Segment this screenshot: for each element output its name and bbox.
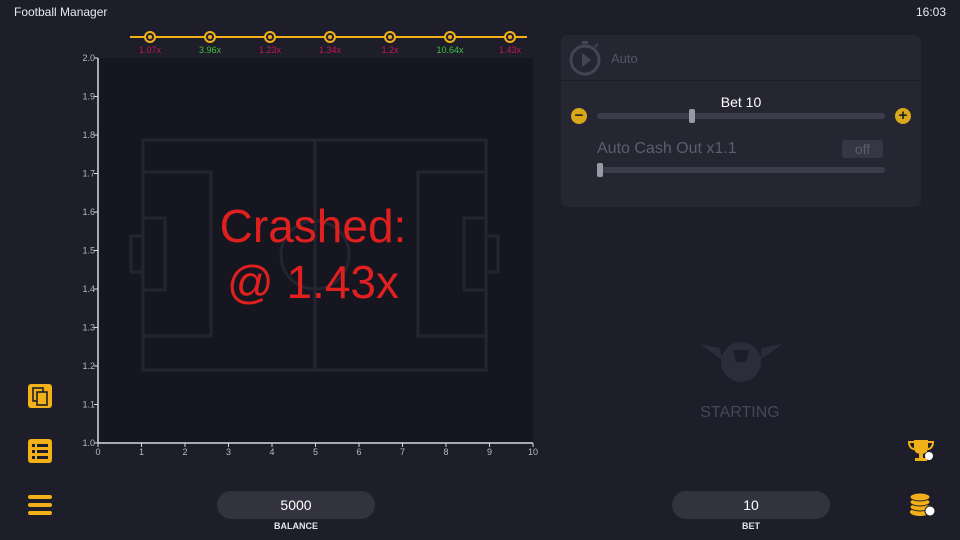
bet-label: BET (742, 521, 760, 531)
list-icon[interactable] (28, 439, 52, 463)
y-tick-label: 1.0 (82, 438, 95, 448)
crash-message-line1: Crashed: (219, 200, 407, 252)
coins-icon[interactable] (908, 492, 936, 518)
x-tick-label: 5 (313, 447, 318, 457)
x-tick-label: 8 (443, 447, 448, 457)
auto-cashout-label: Auto Cash Out x1.1 (597, 140, 737, 157)
auto-mode-header[interactable]: Auto (561, 35, 921, 81)
x-tick-label: 9 (487, 447, 492, 457)
crash-message-line2: @ 1.43x (226, 256, 399, 308)
y-tick-label: 1.3 (82, 323, 95, 333)
y-tick-label: 1.5 (82, 246, 95, 256)
y-tick-label: 1.4 (82, 284, 95, 294)
y-tick-label: 2.0 (82, 53, 95, 63)
y-tick-label: 1.1 (82, 400, 95, 410)
x-tick-label: 4 (269, 447, 274, 457)
x-tick-label: 6 (356, 447, 361, 457)
y-tick-label: 1.8 (82, 130, 95, 140)
decrease-bet-button[interactable]: − (571, 108, 587, 124)
football-icon (700, 342, 782, 382)
bet-amount-label: Bet 10 (720, 94, 762, 110)
x-tick-label: 1 (139, 447, 144, 457)
x-tick-label: 2 (182, 447, 187, 457)
y-tick-label: 1.6 (82, 207, 95, 217)
menu-icon[interactable] (28, 494, 52, 516)
trophy-icon[interactable] (908, 438, 934, 462)
bet-display[interactable]: 10 (672, 491, 830, 519)
y-tick-label: 1.9 (82, 92, 95, 102)
x-tick-label: 10 (528, 447, 538, 457)
round-status: STARTING (700, 404, 780, 421)
balance-display: 5000 (217, 491, 375, 519)
bet-slider-track[interactable] (597, 113, 885, 119)
auto-cashout-toggle[interactable]: off (842, 140, 883, 158)
y-tick-label: 1.2 (82, 361, 95, 371)
auto-mode-label: Auto (611, 51, 638, 66)
y-tick-label: 1.7 (82, 169, 95, 179)
bet-slider-thumb[interactable] (689, 109, 696, 123)
x-tick-label: 3 (226, 447, 231, 457)
copy-icon[interactable] (28, 384, 52, 408)
x-tick-label: 7 (400, 447, 405, 457)
cashout-slider-thumb[interactable] (597, 163, 603, 177)
increase-bet-button[interactable]: + (895, 108, 911, 124)
auto-bet-panel: Auto Bet 10 − + Auto Cash Out x1.1 off (561, 35, 921, 207)
cashout-slider-track[interactable] (597, 167, 885, 173)
balance-label: BALANCE (274, 521, 318, 531)
x-tick-label: 0 (95, 447, 100, 457)
stopwatch-play-icon[interactable] (567, 40, 603, 76)
